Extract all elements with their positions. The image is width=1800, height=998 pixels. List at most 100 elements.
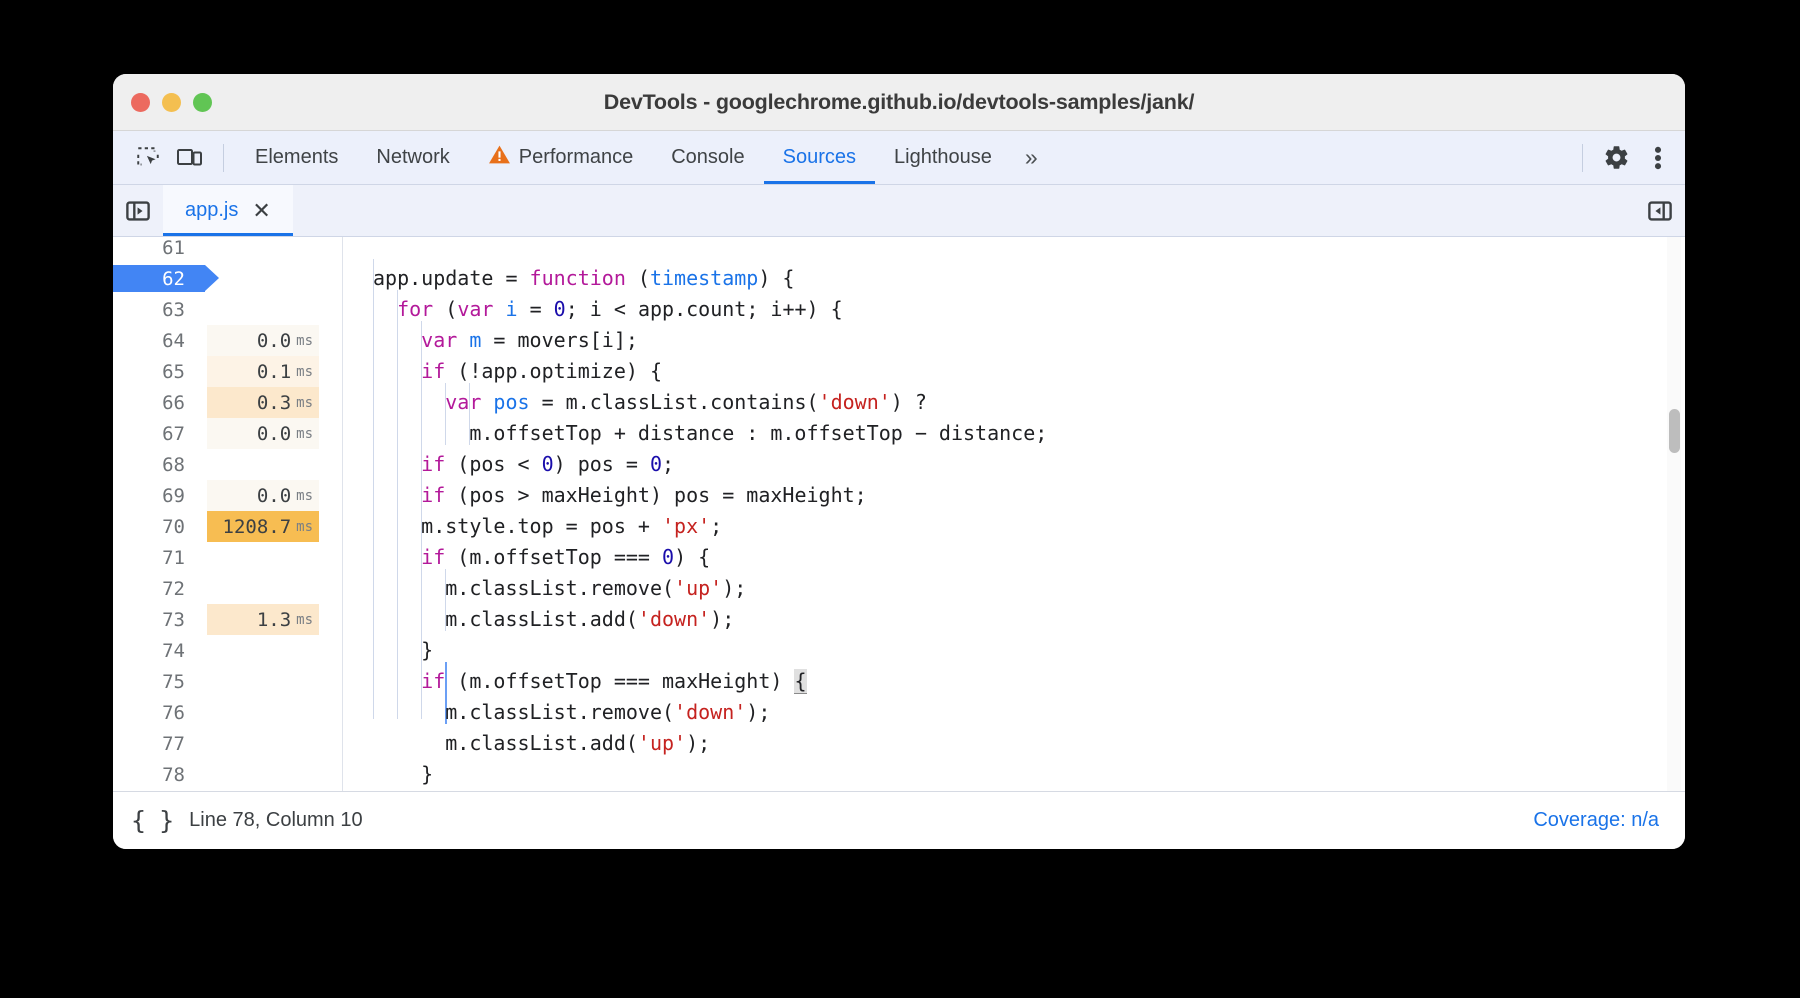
gutter-line-72[interactable]: 72 xyxy=(113,573,342,604)
code-line-73[interactable]: m.classList.add('down'); xyxy=(343,604,1685,635)
gutter-line-75[interactable]: 75 xyxy=(113,666,342,697)
code-line-63[interactable]: for (var i = 0; i < app.count; i++) { xyxy=(343,294,1685,325)
tab-console[interactable]: Console xyxy=(652,131,763,184)
tab-performance[interactable]: Performance xyxy=(469,131,653,184)
code-content-area[interactable]: app.update = function (timestamp) { for … xyxy=(343,237,1685,791)
line-performance-annotation xyxy=(207,728,319,759)
pretty-print-braces-icon[interactable]: { } xyxy=(131,806,174,835)
code-token: (m.offsetTop === xyxy=(445,545,663,569)
code-token: if xyxy=(421,483,446,507)
gutter-line-73[interactable]: 73 1.3 ms xyxy=(113,604,342,635)
coverage-link[interactable]: Coverage: n/a xyxy=(1533,809,1659,832)
code-line-text: if (pos > maxHeight) pos = maxHeight; xyxy=(343,480,867,511)
code-token: 0 xyxy=(553,297,566,321)
devtools-window: DevTools - googlechrome.github.io/devtoo… xyxy=(113,74,1685,849)
code-line-74[interactable]: } xyxy=(343,635,1685,666)
code-line-64[interactable]: var m = movers[i]; xyxy=(343,325,1685,356)
gutter-line-65[interactable]: 65 0.1 ms xyxy=(113,356,342,387)
device-toolbar-icon[interactable] xyxy=(169,137,211,179)
code-line-text: } xyxy=(343,759,433,790)
line-number: 62 xyxy=(162,267,185,290)
editor-statusbar: { } Line 78, Column 10 Coverage: n/a xyxy=(113,792,1685,849)
perf-unit: ms xyxy=(296,487,313,504)
tab-sources[interactable]: Sources xyxy=(764,131,875,184)
code-line-66[interactable]: var pos = m.classList.contains('down') ? xyxy=(343,387,1685,418)
line-number: 65 xyxy=(162,360,185,383)
inspect-element-icon[interactable] xyxy=(127,137,169,179)
gutter-line-70[interactable]: 70 1208.7 ms xyxy=(113,511,342,542)
line-number: 66 xyxy=(162,391,185,414)
code-line-77[interactable]: m.classList.add('up'); xyxy=(343,728,1685,759)
window-titlebar: DevTools - googlechrome.github.io/devtoo… xyxy=(113,74,1685,131)
perf-value: 0.1 xyxy=(256,360,292,383)
file-tab-app-js[interactable]: app.js ✕ xyxy=(163,185,293,236)
code-line-76[interactable]: m.classList.remove('down'); xyxy=(343,697,1685,728)
three-dot-menu-icon[interactable] xyxy=(1637,137,1679,179)
tab-label: Console xyxy=(671,146,745,168)
editor-vertical-scrollbar[interactable] xyxy=(1667,237,1681,791)
code-token: 'px' xyxy=(661,514,711,538)
minimize-window-button[interactable] xyxy=(162,92,181,112)
more-tabs-chevron-icon[interactable]: » xyxy=(1011,144,1050,171)
line-performance-annotation: 1208.7 ms xyxy=(207,511,319,542)
show-navigator-icon[interactable] xyxy=(113,185,163,236)
line-performance-annotation xyxy=(207,759,319,790)
line-performance-annotation xyxy=(207,573,319,604)
close-icon[interactable]: ✕ xyxy=(252,199,270,222)
perf-value: 1208.7 xyxy=(222,515,292,538)
code-line-72[interactable]: m.classList.remove('up'); xyxy=(343,573,1685,604)
code-token: ) { xyxy=(758,266,795,290)
gutter-line-69[interactable]: 69 0.0 ms xyxy=(113,480,342,511)
code-token: } xyxy=(373,762,434,786)
code-line-69[interactable]: if (pos > maxHeight) pos = maxHeight; xyxy=(343,480,1685,511)
code-token: } xyxy=(373,638,434,662)
perf-unit: ms xyxy=(296,332,313,349)
show-debugger-sidebar-icon[interactable] xyxy=(1635,185,1685,236)
code-line-62[interactable]: app.update = function (timestamp) { xyxy=(343,263,1685,294)
gutter-line-63[interactable]: 63 xyxy=(113,294,342,325)
tab-label: Lighthouse xyxy=(894,146,992,168)
code-token: 'up' xyxy=(674,576,723,600)
line-performance-annotation xyxy=(207,666,319,697)
gutter-line-62[interactable]: 62 xyxy=(113,263,342,294)
code-line-70[interactable]: m.style.top = pos + 'px'; xyxy=(343,511,1685,542)
gutter-line-67[interactable]: 67 0.0 ms xyxy=(113,418,342,449)
code-line-71[interactable]: if (m.offsetTop === 0) { xyxy=(343,542,1685,573)
gutter-line-74[interactable]: 74 xyxy=(113,635,342,666)
code-token: m.classList.remove( xyxy=(373,576,675,600)
tab-label: Performance xyxy=(518,146,634,168)
code-line-68[interactable]: if (pos < 0) pos = 0; xyxy=(343,449,1685,480)
line-performance-annotation xyxy=(207,542,319,573)
line-performance-annotation: 0.1 ms xyxy=(207,356,319,387)
line-number: 73 xyxy=(162,608,185,631)
code-line-75[interactable]: if (m.offsetTop === maxHeight) { xyxy=(343,666,1685,697)
gutter-line-64[interactable]: 64 0.0 ms xyxy=(113,325,342,356)
gutter-line-76[interactable]: 76 xyxy=(113,697,342,728)
code-line-67[interactable]: m.offsetTop + distance : m.offsetTop − d… xyxy=(343,418,1685,449)
toolbar-right-actions xyxy=(1570,137,1679,179)
close-window-button[interactable] xyxy=(131,92,150,112)
code-line-65[interactable]: if (!app.optimize) { xyxy=(343,356,1685,387)
tab-lighthouse[interactable]: Lighthouse xyxy=(875,131,1011,184)
gutter-line-68[interactable]: 68 xyxy=(113,449,342,480)
maximize-window-button[interactable] xyxy=(193,92,212,112)
line-number: 74 xyxy=(162,639,185,662)
gutter-line-78[interactable]: 78 xyxy=(113,759,342,790)
gutter-line-61[interactable]: 61 xyxy=(113,237,342,263)
editor-gutter[interactable]: 61 62 63 64 0.0 ms 65 0.1 ms 66 0.3 ms 67 0.0 ms 68 69 0.… xyxy=(113,237,343,791)
scrollbar-thumb[interactable] xyxy=(1669,409,1680,453)
code-token: if xyxy=(421,545,446,569)
gutter-line-66[interactable]: 66 0.3 ms xyxy=(113,387,342,418)
gutter-line-71[interactable]: 71 xyxy=(113,542,342,573)
code-line-61[interactable] xyxy=(343,237,1685,263)
gutter-line-77[interactable]: 77 xyxy=(113,728,342,759)
gear-icon[interactable] xyxy=(1595,137,1637,179)
tab-network[interactable]: Network xyxy=(357,131,468,184)
code-line-78[interactable]: } xyxy=(343,759,1685,790)
code-line-text: m.classList.add('up'); xyxy=(343,728,710,759)
line-number: 70 xyxy=(162,515,185,538)
tab-elements[interactable]: Elements xyxy=(236,131,357,184)
